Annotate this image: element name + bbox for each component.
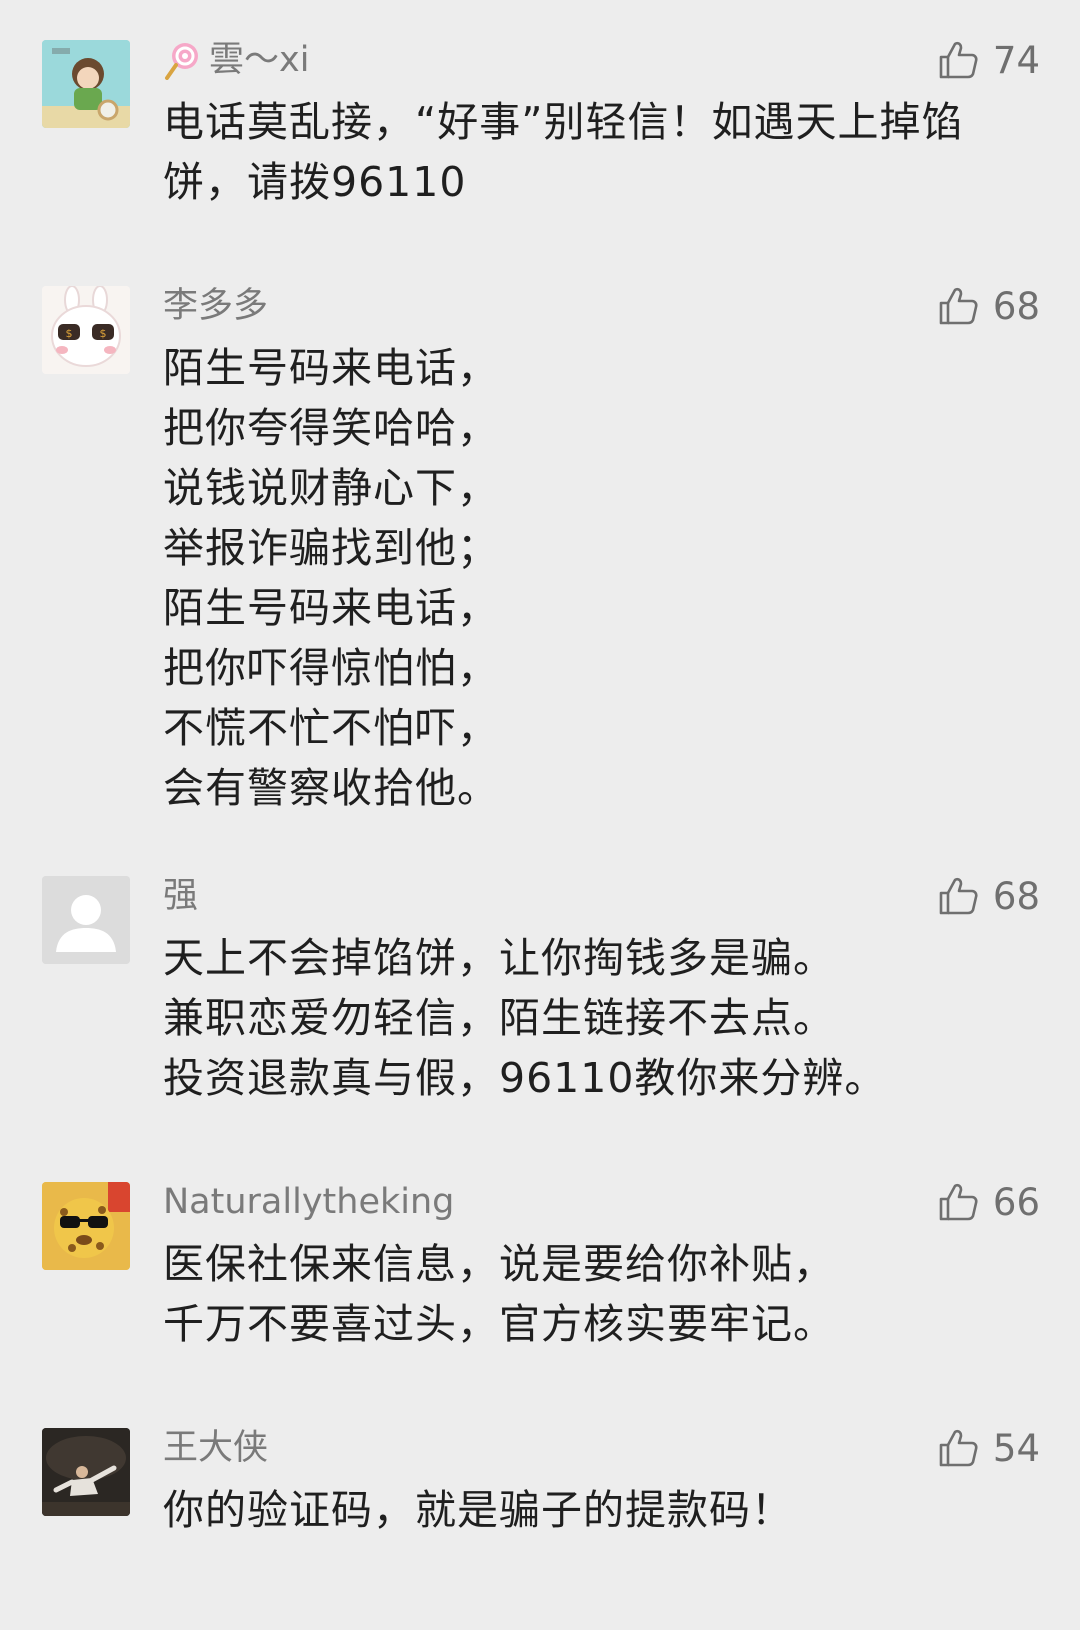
svg-text:$: $ bbox=[66, 327, 73, 340]
leopard-sunglasses-avatar[interactable] bbox=[42, 1182, 130, 1270]
avatar-image-icon bbox=[42, 40, 130, 128]
comment-text: 电话莫乱接，“好事”别轻信！如遇天上掉馅 饼，请拨96110 bbox=[163, 98, 964, 206]
avatar-image-icon: $ $ bbox=[42, 286, 130, 374]
comment-username[interactable]: 王大侠 bbox=[163, 1428, 268, 1468]
lollipop-icon bbox=[163, 40, 203, 80]
thumbs-up-icon bbox=[939, 877, 978, 915]
like-count: 74 bbox=[992, 38, 1040, 82]
avatar-image-icon bbox=[42, 1428, 130, 1516]
like-count: 54 bbox=[992, 1426, 1040, 1470]
like-button[interactable]: 74 bbox=[937, 36, 1040, 84]
comment-text: 你的验证码，就是骗子的提款码！ bbox=[163, 1486, 793, 1534]
like-count: 68 bbox=[992, 284, 1040, 328]
comment-text: 天上不会掉馅饼，让你掏钱多是骗。 兼职恋爱勿轻信，陌生链接不去点。 投资退款真与… bbox=[163, 934, 887, 1102]
default-person-avatar[interactable] bbox=[42, 876, 130, 964]
thumbs-up-icon bbox=[939, 287, 978, 325]
avatar-image-icon bbox=[42, 1182, 130, 1270]
comment-username-text: 雲～xi bbox=[209, 40, 310, 80]
comment-username[interactable]: 强 bbox=[163, 876, 198, 916]
like-count: 66 bbox=[992, 1180, 1040, 1224]
comment-text: 医保社保来信息，说是要给你补贴， 千万不要喜过头，官方核实要牢记。 bbox=[163, 1240, 835, 1348]
like-button[interactable]: 68 bbox=[937, 872, 1040, 920]
like-button[interactable]: 54 bbox=[937, 1424, 1040, 1472]
comment-text: 陌生号码来电话， 把你夸得笑哈哈， 说钱说财静心下， 举报诈骗找到他； 陌生号码… bbox=[163, 344, 499, 812]
comment-username[interactable]: Naturallytheking bbox=[163, 1182, 454, 1222]
bunny-sunglasses-avatar[interactable]: $ $ bbox=[42, 286, 130, 374]
comment-list: 雲～xi 74 电话莫乱接，“好事”别轻信！如遇天上掉馅 饼，请拨96110 $… bbox=[0, 0, 1080, 1630]
martial-artist-avatar[interactable] bbox=[42, 1428, 130, 1516]
thumbs-up-icon bbox=[939, 1429, 978, 1467]
like-button[interactable]: 66 bbox=[937, 1178, 1040, 1226]
thumbs-up-icon bbox=[939, 1183, 978, 1221]
like-count: 68 bbox=[992, 874, 1040, 918]
comment-username[interactable]: 雲～xi bbox=[163, 40, 309, 80]
girl-cartoon-avatar[interactable] bbox=[42, 40, 130, 128]
comment-username[interactable]: 李多多 bbox=[163, 286, 268, 326]
thumbs-up-icon bbox=[939, 41, 978, 79]
svg-text:$: $ bbox=[100, 327, 107, 340]
like-button[interactable]: 68 bbox=[937, 282, 1040, 330]
person-icon bbox=[42, 876, 130, 964]
